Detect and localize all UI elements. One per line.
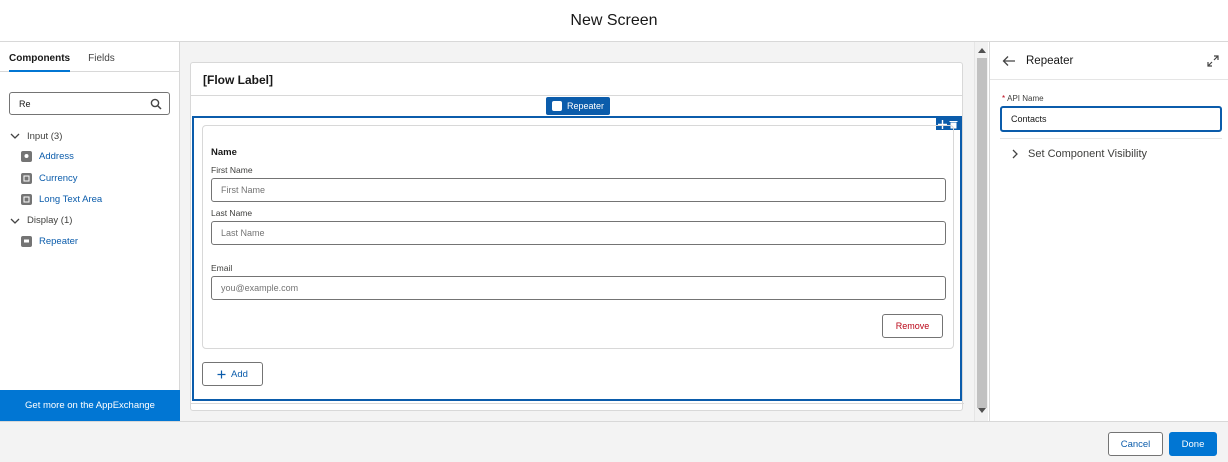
location-icon — [21, 151, 32, 163]
api-name-label: * API Name — [1002, 94, 1044, 103]
modal-footer: Cancel Done — [0, 421, 1228, 462]
email-field[interactable] — [211, 276, 946, 300]
component-repeater-label: Repeater — [39, 235, 79, 247]
first-name-label: First Name — [211, 165, 253, 175]
last-name-field[interactable] — [211, 221, 946, 245]
cancel-button[interactable]: Cancel — [1108, 432, 1163, 456]
chevron-right-icon[interactable] — [1010, 149, 1020, 159]
scrollbar-thumb[interactable] — [977, 58, 987, 408]
add-button-label: Add — [231, 368, 248, 380]
scroll-down-arrow[interactable] — [978, 408, 986, 413]
group-input[interactable]: Input (3) — [9, 126, 102, 146]
last-name-input[interactable] — [212, 222, 945, 244]
component-visibility-label: Set Component Visibility — [1028, 148, 1148, 160]
screen-card: [Flow Label] Repeater Name First Name Fi… — [190, 62, 964, 411]
modal-header: New Screen — [0, 0, 1228, 42]
panel-tabs: Components Fields — [0, 42, 179, 72]
remove-button[interactable]: Remove — [882, 314, 943, 338]
repeater-tag[interactable]: Repeater — [546, 97, 611, 115]
api-name-label-text: API Name — [1007, 94, 1044, 103]
card-footer — [191, 403, 964, 411]
textarea-icon — [21, 194, 32, 206]
scroll-up-arrow[interactable] — [978, 48, 986, 53]
canvas-scrollbar[interactable] — [974, 42, 988, 421]
api-name-field[interactable] — [1000, 106, 1222, 132]
tab-components[interactable]: Components — [9, 42, 71, 72]
currency-icon — [21, 172, 32, 184]
component-search[interactable] — [9, 92, 170, 115]
components-panel: Components Fields Input (3) Address — [0, 42, 180, 421]
first-name-input[interactable] — [212, 179, 945, 201]
first-name-field[interactable] — [211, 178, 946, 202]
expand-icon[interactable] — [1207, 55, 1219, 67]
component-long-text-area[interactable]: Long Text Area — [9, 189, 102, 211]
screen-canvas: [Flow Label] Repeater Name First Name Fi… — [180, 42, 974, 421]
appexchange-link[interactable]: Get more on the AppExchange — [0, 390, 180, 421]
component-long-text-area-label: Long Text Area — [39, 194, 103, 206]
repeater-item: Name First Name Last Name Email Remove — [202, 125, 954, 349]
chevron-down-icon[interactable] — [9, 130, 21, 142]
component-tree: Input (3) Address Currency Long Text Are… — [9, 126, 102, 252]
component-visibility-section[interactable]: Set Component Visibility — [1010, 148, 1147, 160]
add-icon — [217, 370, 226, 378]
group-display[interactable]: Display (1) — [9, 211, 102, 231]
flow-label[interactable]: [Flow Label] — [191, 63, 962, 96]
properties-panel: Repeater *API Name Set Component Visibil… — [989, 42, 1228, 421]
done-button[interactable]: Done — [1169, 432, 1217, 456]
search-icon[interactable] — [150, 98, 162, 110]
component-address-label: Address — [39, 151, 74, 163]
tab-fields[interactable]: Fields — [88, 42, 115, 71]
group-display-label: Display (1) — [27, 215, 73, 226]
back-arrow-icon[interactable] — [1002, 55, 1016, 67]
component-search-input[interactable] — [10, 93, 145, 114]
add-button[interactable]: Add — [202, 362, 263, 386]
component-currency-label: Currency — [39, 172, 78, 184]
group-input-label: Input (3) — [27, 130, 63, 142]
section-name: Name — [211, 147, 237, 158]
last-name-label: Last Name — [211, 208, 253, 218]
chevron-down-icon[interactable] — [9, 215, 21, 227]
properties-title: Repeater — [1026, 54, 1074, 67]
modal-title: New Screen — [570, 11, 658, 29]
api-name-input[interactable] — [1002, 108, 1220, 130]
divider — [1000, 138, 1222, 139]
component-repeater[interactable]: Repeater — [9, 231, 102, 253]
repeater-icon — [552, 101, 562, 111]
repeater-icon — [21, 235, 32, 247]
component-currency[interactable]: Currency — [9, 168, 102, 190]
email-label: Email — [211, 263, 233, 273]
properties-header: Repeater — [990, 42, 1228, 80]
repeater-tag-label: Repeater — [567, 101, 605, 111]
screen-editor: New Screen Components Fields Input (3) — [0, 0, 1228, 462]
email-input[interactable] — [212, 277, 945, 299]
component-address[interactable]: Address — [9, 146, 102, 168]
required-marker: * — [1002, 94, 1006, 103]
repeater-component[interactable]: Name First Name Last Name Email Remove — [192, 116, 962, 401]
